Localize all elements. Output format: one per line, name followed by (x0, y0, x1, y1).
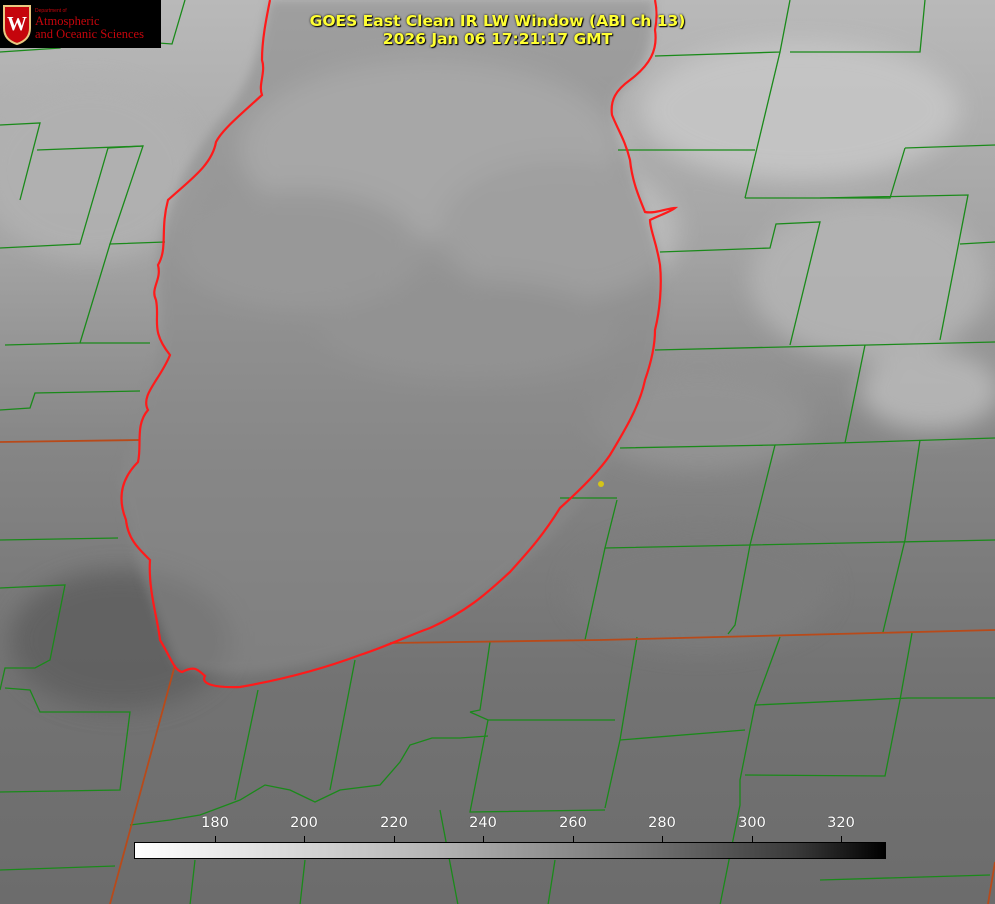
satellite-ir-imagery (0, 0, 995, 904)
colorbar-tick (394, 836, 395, 842)
colorbar-tick (752, 836, 753, 842)
colorbar-tick-label: 320 (827, 815, 855, 831)
station-marker (598, 481, 604, 487)
colorbar-tick (483, 836, 484, 842)
colorbar-tick (573, 836, 574, 842)
colorbar-tick (215, 836, 216, 842)
colorbar-tick-label: 240 (469, 815, 497, 831)
colorbar-tick-label: 220 (380, 815, 408, 831)
temperature-colorbar (134, 842, 886, 859)
colorbar-tick-label: 200 (290, 815, 318, 831)
colorbar-tick-label: 260 (559, 815, 587, 831)
image-title: GOES East Clean IR LW Window (ABI ch 13) (309, 12, 686, 30)
colorbar-tick-label: 300 (738, 815, 766, 831)
image-timestamp: 2026 Jan 06 17:21:17 GMT (382, 30, 613, 48)
colorbar-tick (841, 836, 842, 842)
colorbar-tick-label: 280 (648, 815, 676, 831)
colorbar-tick-label: 180 (201, 815, 229, 831)
colorbar-tick (304, 836, 305, 842)
colorbar-tick (662, 836, 663, 842)
